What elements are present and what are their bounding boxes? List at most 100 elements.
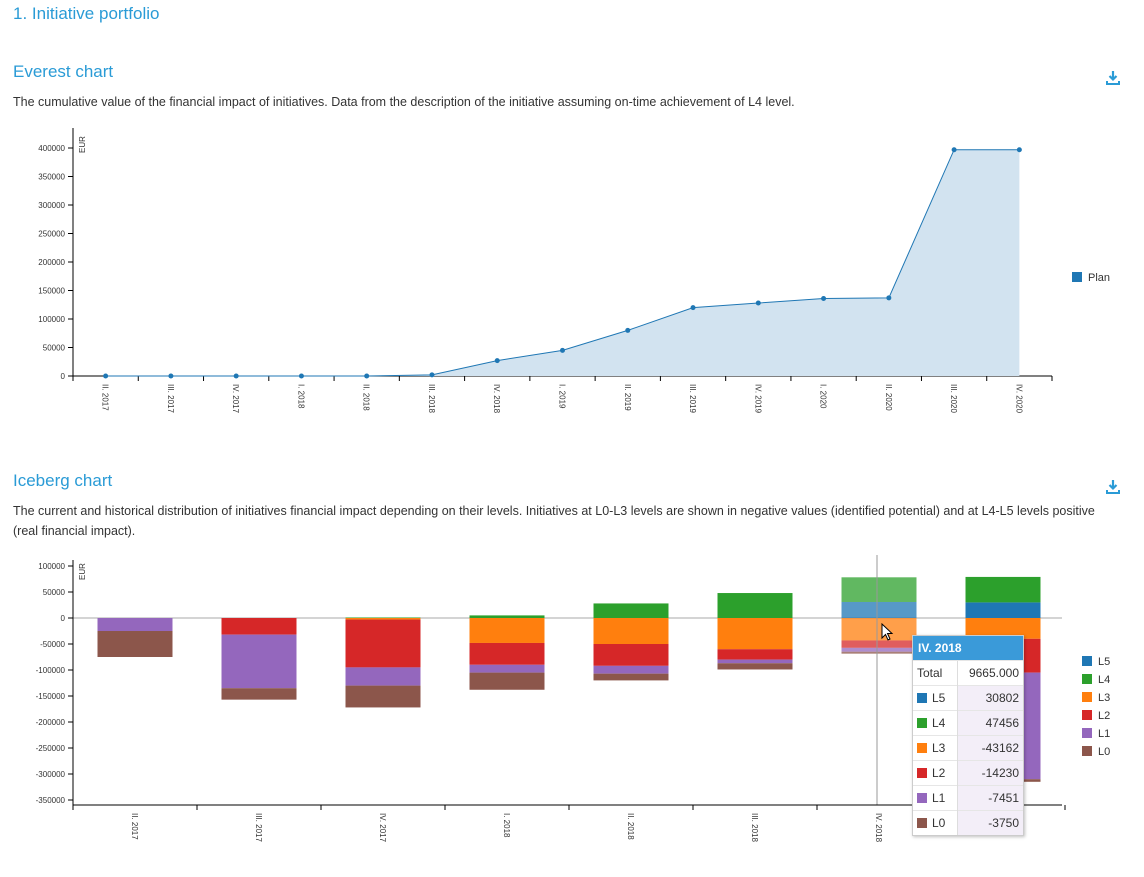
data-point (103, 373, 109, 379)
iceberg-description: The current and historical distribution … (13, 504, 1095, 538)
y-tick-label: -200000 (36, 718, 66, 727)
data-point (494, 358, 500, 364)
y-tick-label: 250000 (38, 230, 65, 239)
bar-segment-l2 (345, 619, 421, 668)
tooltip-row: L2 -14230 (913, 760, 1023, 786)
bar-segment-l1 (221, 634, 297, 689)
y-axis-label: EUR (78, 136, 87, 153)
tooltip-row-label: L2 (932, 766, 946, 780)
legend-item-l0: L0 (1098, 746, 1110, 758)
x-tick-label: I. 2018 (502, 813, 511, 838)
section-title: 1. Initiative portfolio (13, 4, 160, 23)
y-tick-label: -100000 (36, 666, 66, 675)
tooltip-row-value: -7451 (957, 785, 1023, 811)
tooltip-row: L1 -7451 (913, 785, 1023, 811)
y-tick-label: 50000 (43, 588, 66, 597)
bar-segment-l0 (593, 673, 669, 681)
bar-segment-l5 (965, 602, 1041, 618)
y-axis-label: EUR (78, 563, 87, 580)
x-tick-label: IV. 2020 (1014, 384, 1023, 414)
bar-segment-l3 (469, 618, 545, 643)
legend-swatch (1082, 656, 1092, 666)
data-point (168, 373, 174, 379)
x-tick-label: IV. 2017 (231, 384, 240, 414)
y-tick-label: 100000 (38, 562, 65, 571)
bar-segment-l4 (593, 603, 669, 618)
download-icon[interactable] (1105, 70, 1121, 86)
bar-segment-l4 (965, 576, 1041, 603)
bar-segment-l4 (469, 615, 545, 618)
tooltip-total-label: Total (913, 660, 958, 686)
x-tick-label: III. 2018 (427, 384, 436, 413)
y-tick-label: -350000 (36, 796, 66, 805)
bar-segment-l0 (717, 663, 793, 670)
bar-segment-l1 (841, 647, 917, 652)
bar-segment-l1 (345, 667, 421, 686)
tooltip-row-value: 47456 (957, 710, 1023, 736)
y-tick-label: -300000 (36, 770, 66, 779)
legend-swatch (1082, 692, 1092, 702)
bar-segment-l5 (841, 601, 917, 618)
tooltip-total-value: 9665.000 (957, 660, 1023, 686)
data-point (429, 372, 435, 378)
tooltip-table: Total 9665.000 L5 30802 L4 47456 L3 -431… (913, 660, 1023, 835)
legend-item-l3: L3 (1098, 692, 1110, 704)
x-tick-label: III. 2020 (949, 384, 958, 413)
y-tick-label: 150000 (38, 287, 65, 296)
data-point (298, 373, 304, 379)
tooltip-row-label: L3 (932, 741, 946, 755)
legend-swatch (1082, 746, 1092, 756)
y-tick-label: -50000 (40, 640, 65, 649)
plan-area (105, 149, 1020, 376)
bar-segment-l4 (345, 617, 421, 618)
x-tick-label: III. 2017 (166, 384, 175, 413)
x-tick-label: II. 2018 (362, 384, 371, 411)
legend-swatch (1072, 272, 1082, 282)
mouse-cursor-icon (881, 623, 894, 641)
y-tick-label: 0 (61, 614, 66, 623)
bar-segment-l0 (97, 631, 173, 657)
y-tick-label: 300000 (38, 201, 65, 210)
legend-swatch (917, 693, 927, 703)
x-tick-label: III. 2017 (254, 813, 263, 842)
x-tick-label: IV. 2019 (753, 384, 762, 414)
data-point (560, 347, 565, 353)
bar-segment-l4 (717, 593, 793, 618)
tooltip-row: L5 30802 (913, 685, 1023, 711)
legend-item-l4: L4 (1098, 674, 1110, 686)
x-tick-label: II. 2017 (101, 384, 110, 411)
x-tick-label: IV. 2018 (492, 384, 501, 414)
tooltip-row-value: -3750 (957, 810, 1023, 835)
legend-swatch (1082, 674, 1092, 684)
y-tick-label: 200000 (38, 258, 65, 267)
bar-segment-l2 (841, 640, 917, 648)
tooltip-row-label: L5 (932, 691, 946, 705)
legend-item-l1: L1 (1098, 728, 1110, 740)
download-icon[interactable] (1105, 479, 1121, 495)
data-point (951, 147, 957, 153)
data-point (233, 373, 239, 379)
data-point (364, 373, 370, 379)
x-tick-label: II. 2017 (130, 813, 139, 840)
y-tick-label: -250000 (36, 744, 66, 753)
tooltip-title: IV. 2018 (913, 636, 1023, 660)
tooltip-row-label: L1 (932, 791, 946, 805)
legend-swatch (1082, 710, 1092, 720)
bar-segment-l3 (841, 618, 917, 641)
y-tick-label: -150000 (36, 692, 66, 701)
x-tick-label: II. 2019 (623, 384, 632, 411)
everest-chart: 0 50000 100000 150000 200000 250000 300000 3500… (38, 128, 1110, 414)
bar-segment-l1 (97, 618, 173, 631)
tooltip-row-label: L0 (932, 816, 946, 830)
legend-item-l5: L5 (1098, 656, 1110, 668)
y-tick-label: 50000 (43, 344, 66, 353)
legend-swatch (917, 818, 927, 828)
iceberg-chart-title: Iceberg chart (13, 471, 113, 490)
tooltip-row-value: -14230 (957, 760, 1023, 786)
legend-item-l2: L2 (1098, 710, 1110, 722)
x-tick-label: IV. 2018 (874, 813, 883, 843)
bar-segment-l1 (593, 665, 669, 674)
tooltip-total-row: Total 9665.000 (913, 660, 1023, 686)
tooltip-row: L4 47456 (913, 710, 1023, 736)
legend-item-plan: Plan (1088, 272, 1110, 284)
